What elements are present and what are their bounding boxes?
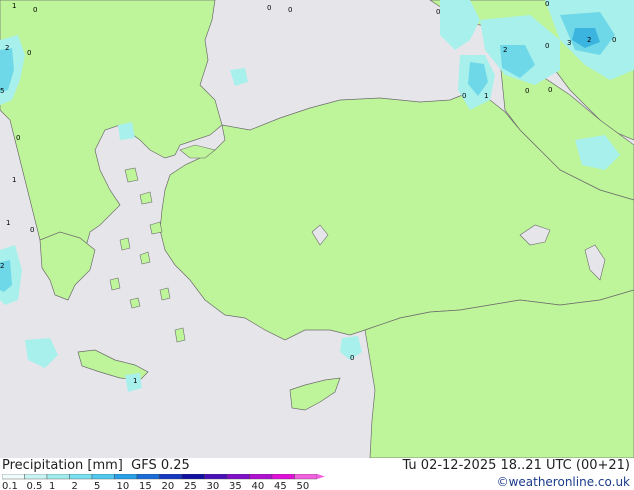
legend-label: 35 xyxy=(229,481,242,490)
precip-label: 2 xyxy=(0,262,4,270)
legend-label: 30 xyxy=(207,481,220,490)
precip-label: 0 xyxy=(462,92,466,100)
precip-label: 0 xyxy=(436,8,440,16)
precip-label: 0 xyxy=(548,86,552,94)
legend-swatch xyxy=(249,474,273,480)
precip-label: 1 xyxy=(12,2,16,10)
precip-label: 1 xyxy=(12,176,16,184)
map-footer: Precipitation [mm] GFS 0.25 Tu 02-12-202… xyxy=(0,458,634,490)
legend-swatch xyxy=(204,474,228,480)
precip-label: 5 xyxy=(0,87,4,95)
precip-label: 1 xyxy=(133,377,137,385)
precip-label: 0 xyxy=(288,6,292,14)
legend-swatch xyxy=(159,474,183,480)
legend-label: 1 xyxy=(49,481,55,490)
legend-label: 0.5 xyxy=(27,481,43,490)
legend-arrow-icon xyxy=(317,474,325,479)
legend-label: 2 xyxy=(72,481,78,490)
legend-label: 15 xyxy=(139,481,152,490)
precip-label: 0 xyxy=(16,134,20,142)
precip-label: 0 xyxy=(525,87,529,95)
precip-label: 0 xyxy=(33,6,37,14)
legend-swatch xyxy=(91,474,115,480)
precip-label: 0 xyxy=(545,0,549,8)
credit-link[interactable]: ©weatheronline.co.uk xyxy=(497,475,630,489)
precip-label: 3 xyxy=(567,39,571,47)
precip-label: 0 xyxy=(267,4,271,12)
legend-label: 5 xyxy=(94,481,100,490)
precip-label: 1 xyxy=(484,92,488,100)
precip-label: 0 xyxy=(27,49,31,57)
legend-swatch xyxy=(294,474,318,480)
legend-label: 0.1 xyxy=(2,481,18,490)
legend-label: 20 xyxy=(162,481,175,490)
legend-label: 40 xyxy=(252,481,265,490)
precip-label: 2 xyxy=(587,36,591,44)
legend-swatch xyxy=(24,474,48,480)
valid-time: Tu 02-12-2025 18..21 UTC (00+21) xyxy=(402,458,630,473)
legend-swatch xyxy=(181,474,205,480)
legend-swatch xyxy=(226,474,250,480)
legend-swatch xyxy=(46,474,70,480)
precip-label: 2 xyxy=(503,46,507,54)
precipitation-map: 1 0 2 0 5 0 1 1 0 2 0 0 0 1 0 0 3 2 0 0 … xyxy=(0,0,634,458)
precip-label: 2 xyxy=(5,44,9,52)
legend-swatch xyxy=(271,474,295,480)
legend-label: 10 xyxy=(117,481,130,490)
legend-swatch xyxy=(136,474,160,480)
legend-swatch xyxy=(2,474,25,480)
precip-label: 1 xyxy=(6,219,10,227)
legend-label: 45 xyxy=(274,481,287,490)
precip-label: 0 xyxy=(545,42,549,50)
precip-label: 0 xyxy=(30,226,34,234)
precip-label: 0 xyxy=(612,36,616,44)
legend-swatch xyxy=(69,474,93,480)
legend-label: 25 xyxy=(184,481,197,490)
precip-legend: 0.1 0.5 1 2 5 10 15 20 25 30 35 40 45 50 xyxy=(2,474,325,490)
map-title: Precipitation [mm] GFS 0.25 xyxy=(2,458,190,473)
precip-label: 0 xyxy=(350,354,354,362)
legend-swatch xyxy=(114,474,138,480)
legend-label: 50 xyxy=(297,481,310,490)
